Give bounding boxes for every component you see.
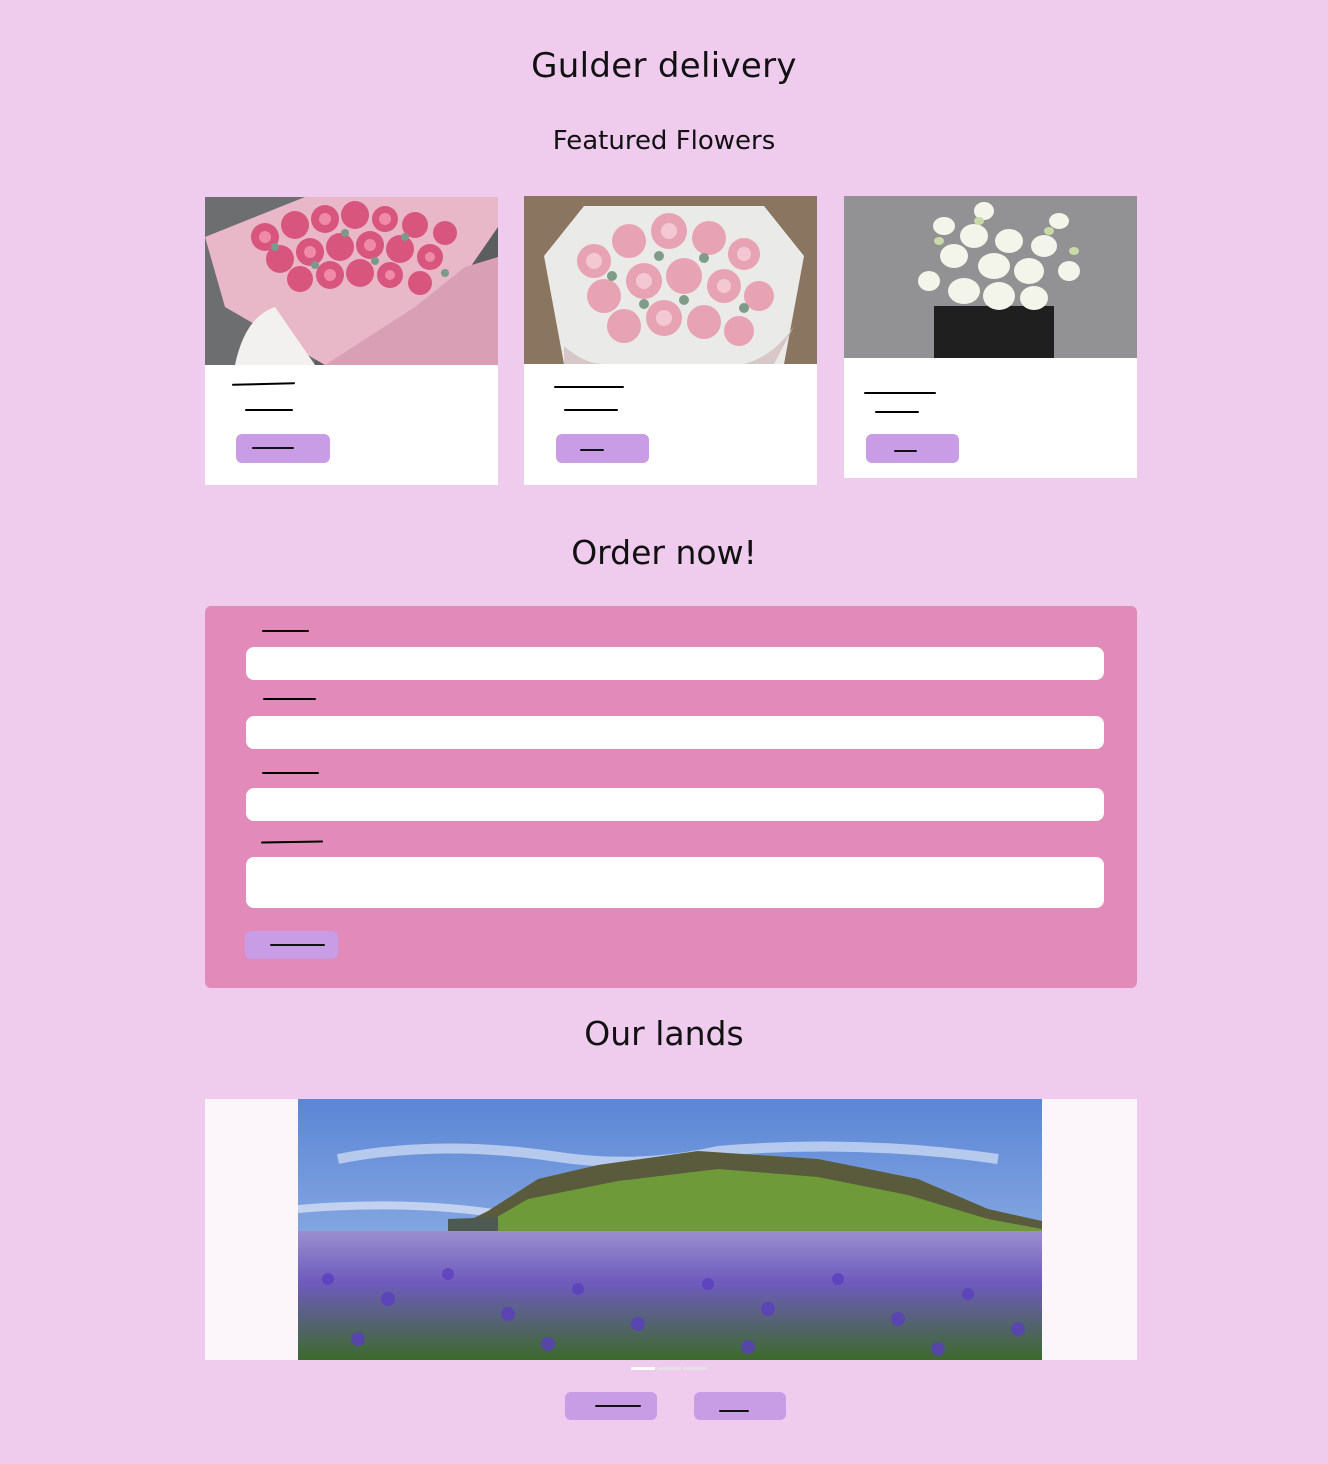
carousel-indicators xyxy=(631,1355,711,1370)
site-title: Gulder delivery xyxy=(531,46,797,86)
field-label-scribble xyxy=(260,840,324,844)
order-field-2[interactable] xyxy=(246,716,1104,749)
button-label-scribble xyxy=(595,1405,641,1407)
field-label-scribble xyxy=(262,630,309,632)
featured-heading: Featured Flowers xyxy=(552,126,776,156)
field-label-scribble xyxy=(263,698,316,700)
card-order-button[interactable] xyxy=(556,434,649,463)
card-order-button[interactable] xyxy=(236,434,330,463)
card-title-scribble xyxy=(231,382,296,386)
order-field-3[interactable] xyxy=(246,788,1104,821)
carousel-dot[interactable] xyxy=(631,1367,655,1370)
button-label-scribble xyxy=(719,1410,749,1412)
carousel-dot[interactable] xyxy=(683,1367,707,1370)
button-label-scribble xyxy=(252,447,294,449)
button-label-scribble xyxy=(894,450,917,452)
card-price-scribble xyxy=(875,411,919,413)
card-title-scribble xyxy=(554,386,624,388)
button-label-scribble xyxy=(270,944,325,946)
card-order-button[interactable] xyxy=(866,434,959,463)
carousel-next-button[interactable] xyxy=(694,1392,786,1420)
product-card-peony xyxy=(205,197,498,485)
order-heading: Order now! xyxy=(571,533,757,572)
field-label-scribble xyxy=(262,772,319,774)
card-price-scribble xyxy=(564,409,618,411)
order-submit-button[interactable] xyxy=(245,931,338,959)
card-price-scribble xyxy=(245,409,293,411)
lands-carousel xyxy=(205,1099,1137,1370)
gladiolus-bouquet-image xyxy=(844,196,1137,358)
card-title-scribble xyxy=(864,392,936,394)
button-label-scribble xyxy=(580,449,604,451)
order-form xyxy=(205,606,1137,988)
order-message-field[interactable] xyxy=(246,857,1104,908)
carousel-dot[interactable] xyxy=(657,1367,681,1370)
product-card-carnation xyxy=(524,196,817,485)
product-card-gladiolus xyxy=(844,196,1137,478)
lands-heading: Our lands xyxy=(584,1014,744,1053)
carousel-prev-button[interactable] xyxy=(565,1392,657,1420)
order-field-1[interactable] xyxy=(246,647,1104,680)
peony-bouquet-image xyxy=(205,197,498,365)
carnation-bouquet-image xyxy=(524,196,817,364)
lupine-field-image xyxy=(298,1099,1042,1360)
